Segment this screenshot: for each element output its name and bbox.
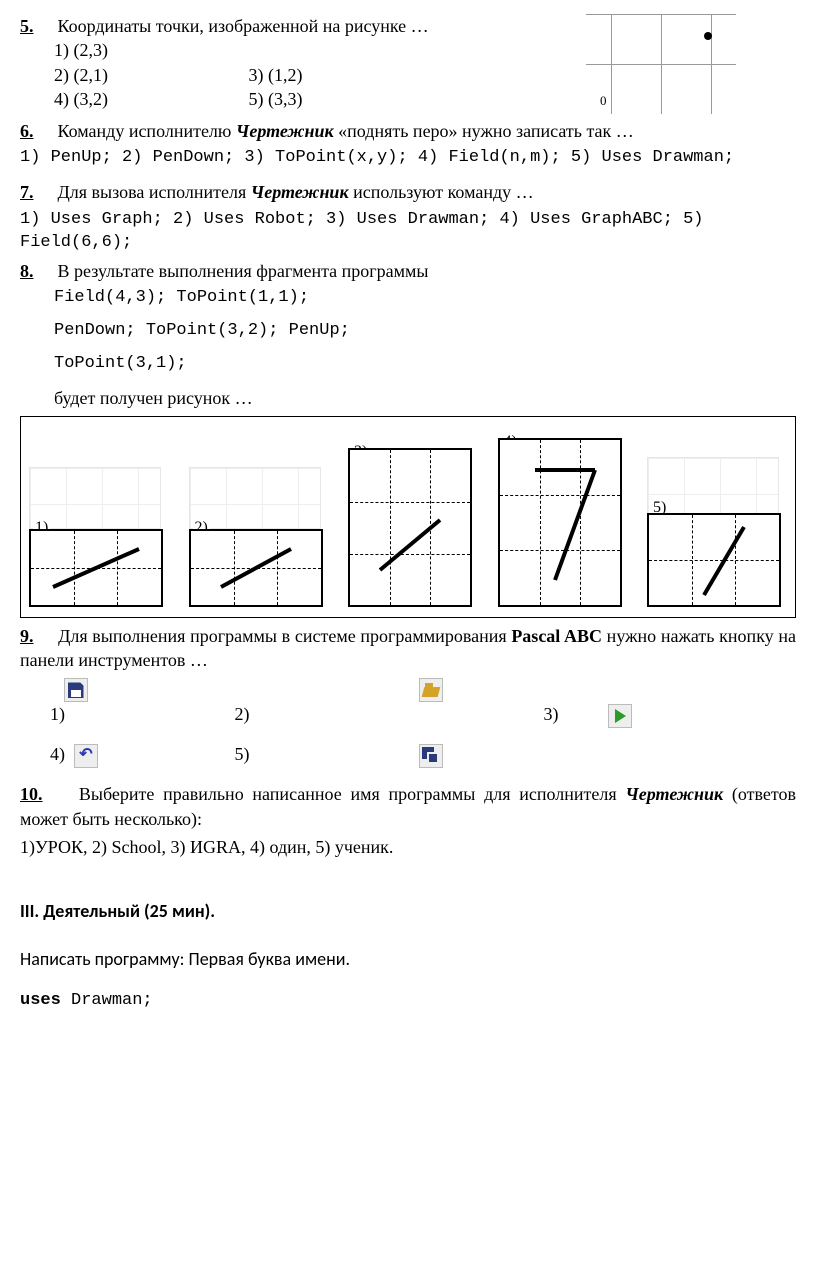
q10: 10. Выберите правильно написанное имя пр…: [20, 782, 796, 831]
q7-options: 1) Uses Graph; 2) Uses Robot; 3) Uses Dr…: [20, 209, 796, 255]
q8-code-3: ToPoint(3,1);: [54, 353, 796, 376]
q7-number: 7.: [20, 180, 44, 204]
q6: 6. Команду исполнителю Чертежник «поднят…: [20, 119, 796, 143]
q8: 8. В результате выполнения фрагмента про…: [20, 259, 796, 283]
q7-text-a: Для вызова исполнителя: [58, 182, 251, 202]
q10-number: 10.: [20, 782, 44, 806]
q9-text-a: Для выполнения программы в системе прогр…: [58, 626, 511, 646]
q6-text-c: «поднять перо» нужно записать так …: [334, 121, 634, 141]
q6-text-b: Чертежник: [236, 121, 334, 141]
q6-text-a: Команду исполнителю: [58, 121, 236, 141]
q6-options: 1) PenUp; 2) PenDown; 3) ToPoint(x,y); 4…: [20, 147, 796, 170]
section-3-heading: III. Деятельный (25 мин).: [20, 899, 796, 923]
q8-fig-2: 2): [189, 467, 329, 607]
program-line: uses Drawman;: [20, 990, 796, 1013]
q9-number: 9.: [20, 624, 44, 648]
q7-text-c: используют команду …: [349, 182, 534, 202]
q8-number: 8.: [20, 259, 44, 283]
open-folder-icon: [419, 678, 443, 702]
undo-icon: [74, 744, 98, 768]
q8-tail: будет получен рисунок …: [54, 386, 796, 410]
q6-number: 6.: [20, 119, 44, 143]
q5-text: Координаты точки, изображенной на рисунк…: [58, 16, 429, 36]
origin-label: 0: [600, 92, 607, 110]
q8-figure-row: 1) 2) 3) 4): [20, 416, 796, 618]
save-all-icon: [419, 744, 443, 768]
task-line: Написать программу: Первая буква имени.: [20, 947, 796, 971]
q10-options: 1)УРОК, 2) School, 3) ИGRA, 4) один, 5) …: [20, 835, 796, 859]
q9: 9. Для выполнения программы в системе пр…: [20, 624, 796, 673]
q8-fig-4: 4): [498, 427, 628, 607]
q8-code-2: PenDown; ToPoint(3,2); PenUp;: [54, 320, 796, 343]
save-icon: [64, 678, 88, 702]
point-dot: [704, 32, 712, 40]
q10-text-a: Выберите правильно написанное имя програ…: [79, 784, 625, 804]
play-run-icon: [608, 704, 632, 728]
q10-text-b: Чертежник: [625, 784, 723, 804]
q5: 0 5. Координаты точки, изображенной на р…: [20, 14, 796, 111]
q7-text-b: Чертежник: [251, 182, 349, 202]
q8-fig-5: 5): [647, 457, 787, 607]
q8-fig-1: 1): [29, 467, 169, 607]
q9-icons-row2: 4) 5): [50, 742, 796, 768]
coord-grid-figure: 0: [586, 14, 736, 114]
q8-lead: В результате выполнения фрагмента програ…: [58, 261, 429, 281]
q8-fig-3: 3): [348, 437, 478, 607]
q5-number: 5.: [20, 14, 44, 38]
q7: 7. Для вызова исполнителя Чертежник испо…: [20, 180, 796, 204]
q9-icons-row1: 1) 2) 3): [50, 677, 796, 729]
q8-code-1: Field(4,3); ToPoint(1,1);: [54, 287, 796, 310]
q9-text-b: Pascal ABC: [511, 626, 602, 646]
